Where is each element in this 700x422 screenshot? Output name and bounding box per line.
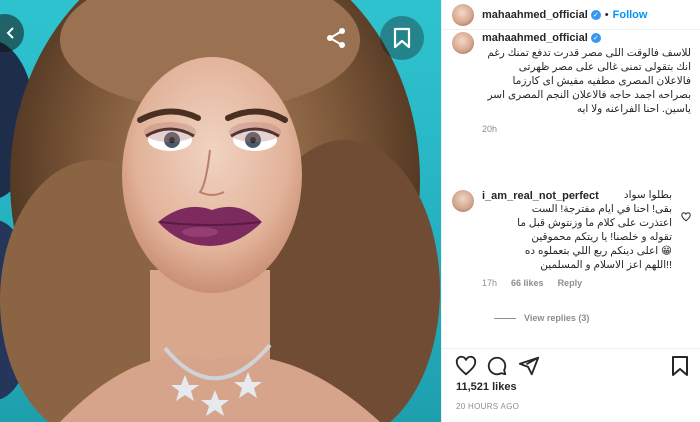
comment-likes[interactable]: 66 likes [511, 278, 544, 288]
view-replies-label[interactable]: View replies (3) [524, 313, 589, 323]
heart-icon[interactable] [455, 355, 477, 377]
post-side-panel: mahaahmed_official ✓ • Follow mahaahmed_… [441, 0, 700, 422]
comment-username[interactable]: i_am_real_not_perfect [482, 190, 599, 202]
send-icon[interactable] [518, 355, 540, 377]
view-replies-button[interactable]: View replies (3) [494, 313, 589, 323]
share-icon [327, 28, 345, 48]
caption-username[interactable]: mahaahmed_official [482, 32, 588, 44]
replies-divider [494, 317, 516, 319]
comment-avatar[interactable] [452, 190, 474, 212]
instagram-post: mahaahmed_official ✓ • Follow mahaahmed_… [0, 0, 700, 422]
verified-icon: ✓ [590, 33, 601, 43]
caption: mahaahmed_official ✓ للاسف فالوقت اللى م… [452, 32, 691, 134]
post-image[interactable] [0, 0, 441, 422]
save-icon[interactable] [670, 355, 690, 377]
reply-button[interactable]: Reply [558, 278, 583, 288]
likes-count[interactable]: 11,521 likes [456, 381, 517, 393]
header-username[interactable]: mahaahmed_official [482, 9, 588, 21]
caption-avatar[interactable] [452, 32, 474, 54]
comment-line: تقوله و خلصنا! يا ريتكم محموقين [531, 231, 672, 243]
post-timestamp[interactable]: 20 HOURS AGO [456, 402, 519, 411]
separator-dot: • [604, 8, 609, 21]
post-header: mahaahmed_official ✓ • Follow [442, 0, 700, 30]
comment-item: i_am_real_not_perfect بطلوا سواد بقى! اح… [452, 189, 691, 288]
share-button[interactable] [318, 20, 354, 56]
comment-icon[interactable] [486, 355, 508, 377]
back-icon [6, 27, 14, 39]
bookmark-overlay-button[interactable] [380, 16, 424, 60]
comment-time[interactable]: 17h [482, 278, 497, 288]
comment-line: 😁 اعلى دينكم ربع اللي بتعملوه ده [524, 245, 672, 257]
caption-text: للاسف فالوقت اللى مصر قدرت تدفع تمنك رغم… [487, 47, 691, 115]
verified-icon: ✓ [590, 9, 601, 20]
comment-line: اعتذرت على كلام ما وزنتوش قبل ما [517, 217, 672, 229]
comment-heart-icon[interactable] [681, 212, 691, 222]
portrait-illustration [0, 0, 440, 422]
comment-line: بقى! احنا في ايام مفترجة! الست [531, 203, 672, 215]
bookmark-icon [393, 27, 411, 49]
caption-time: 20h [482, 124, 498, 134]
follow-button[interactable]: Follow [613, 9, 648, 21]
action-bar [442, 348, 700, 377]
comment-line: !!اللهم اعز الاسلام و المسلمين [540, 259, 672, 271]
avatar[interactable] [452, 3, 474, 26]
